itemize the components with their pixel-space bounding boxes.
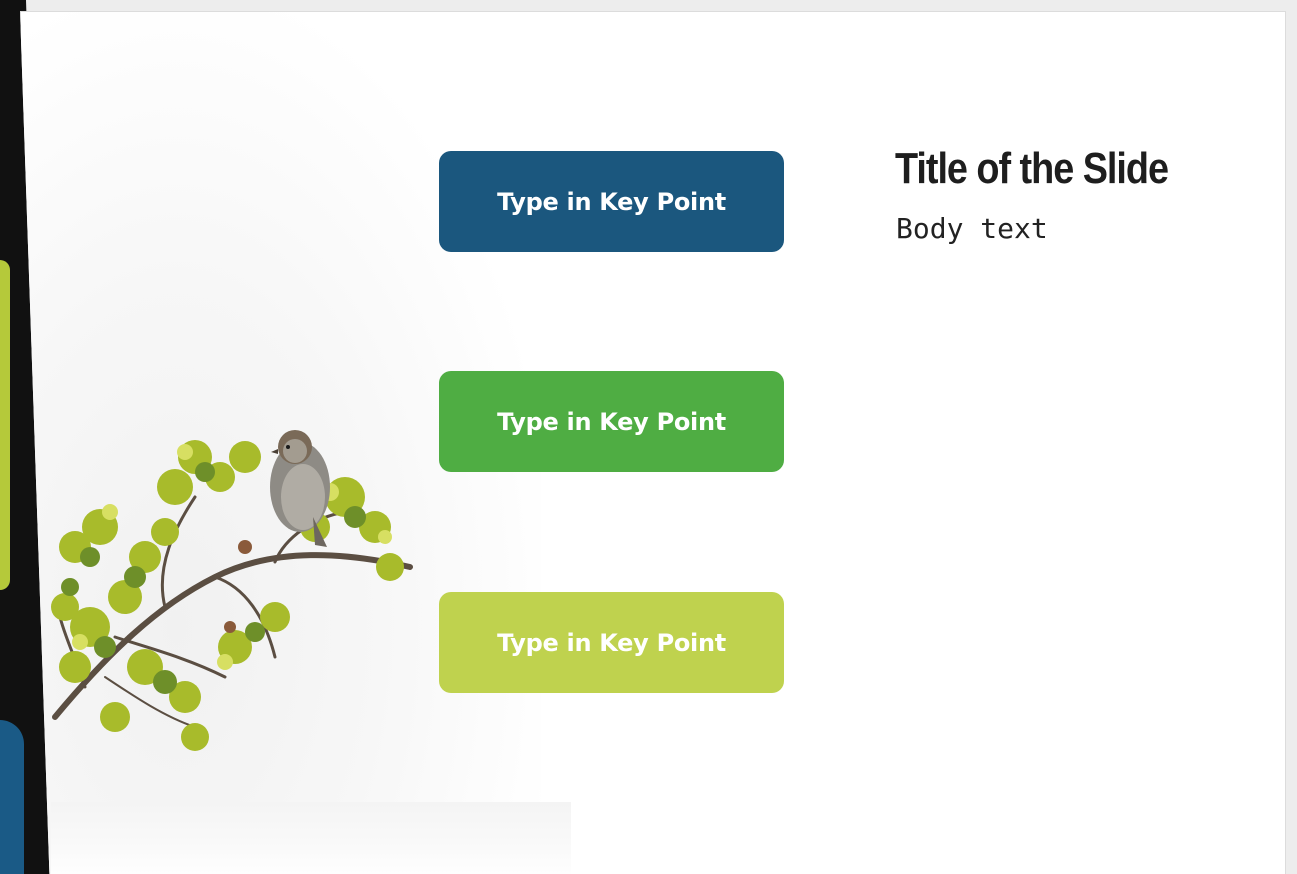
slide-floor-shade bbox=[51, 802, 571, 874]
key-point-1-button[interactable]: Type in Key Point bbox=[439, 151, 784, 252]
presentation-canvas: Type in Key Point Type in Key Point Type… bbox=[0, 0, 1297, 874]
adjacent-slide-blue-accent bbox=[0, 720, 24, 874]
key-point-2-button[interactable]: Type in Key Point bbox=[439, 371, 784, 472]
adjacent-slide-lime-accent bbox=[0, 260, 10, 590]
slide-body-text[interactable]: Body text bbox=[896, 212, 1048, 245]
key-point-3-button[interactable]: Type in Key Point bbox=[439, 592, 784, 693]
bird-on-branch-photo[interactable] bbox=[45, 417, 415, 762]
slide-title[interactable]: Title of the Slide bbox=[895, 144, 1169, 194]
slide[interactable]: Type in Key Point Type in Key Point Type… bbox=[20, 11, 1286, 874]
